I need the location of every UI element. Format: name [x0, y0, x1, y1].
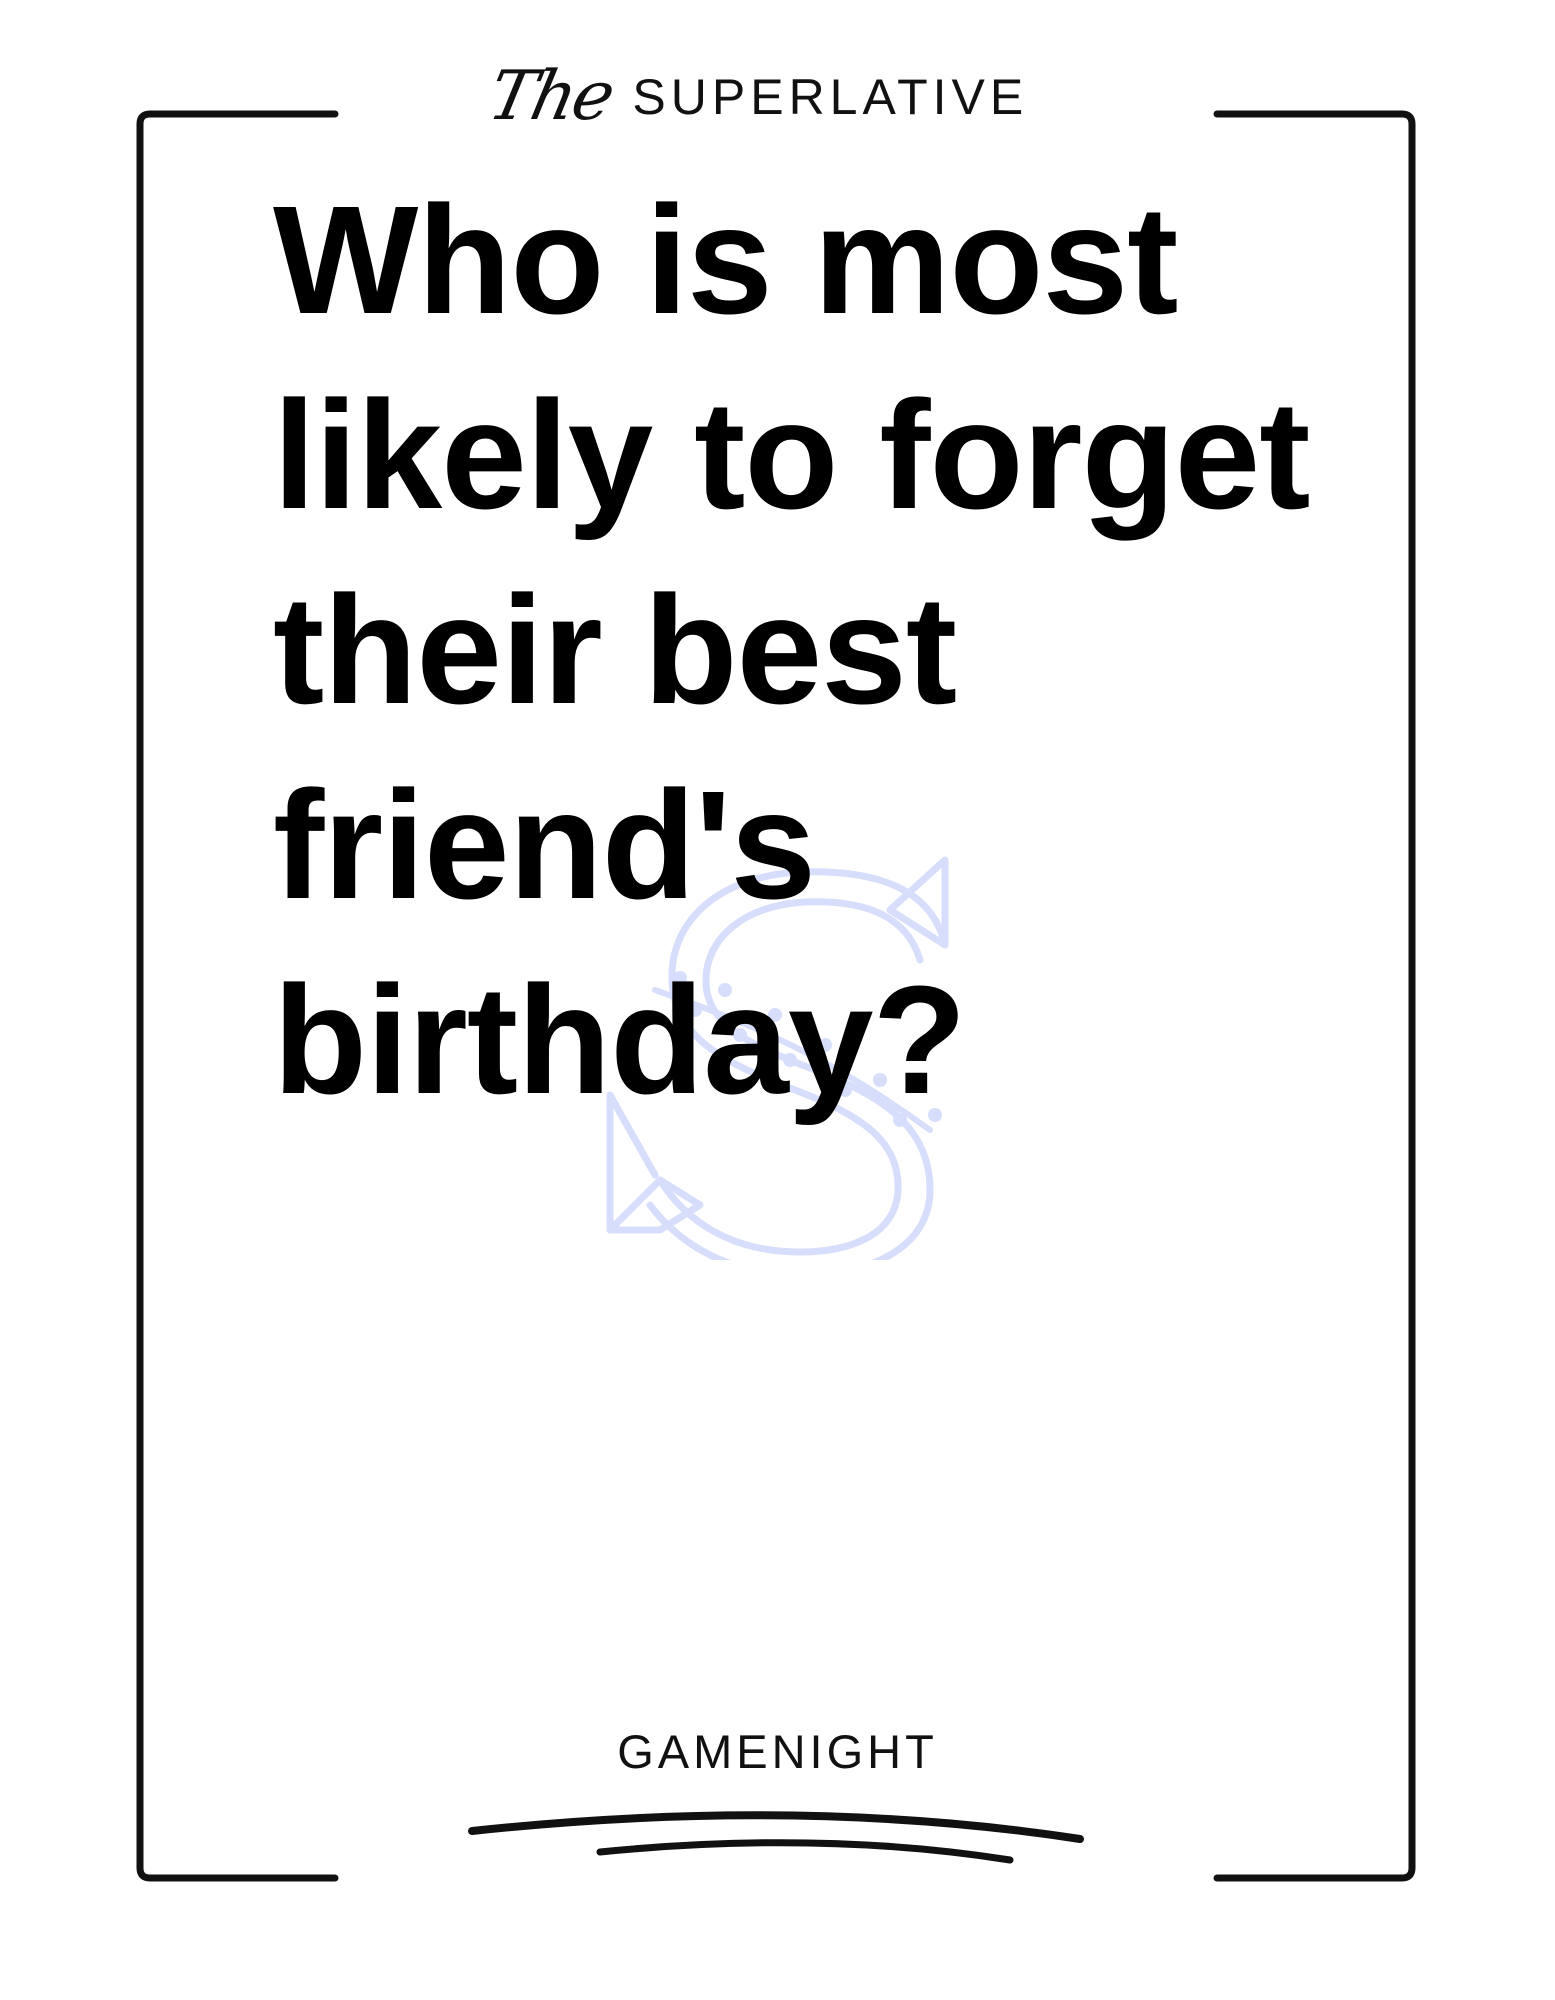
brand-script-logo: The — [481, 57, 619, 136]
underline-swash — [468, 1811, 1084, 1864]
question-text: Who is most likely to forget their best … — [273, 174, 1311, 1126]
brand-name: SUPERLATIVE — [632, 69, 1029, 125]
brand-logo: The SUPERLATIVE — [482, 52, 1029, 142]
footer-label: GAMENIGHT — [617, 1725, 938, 1778]
